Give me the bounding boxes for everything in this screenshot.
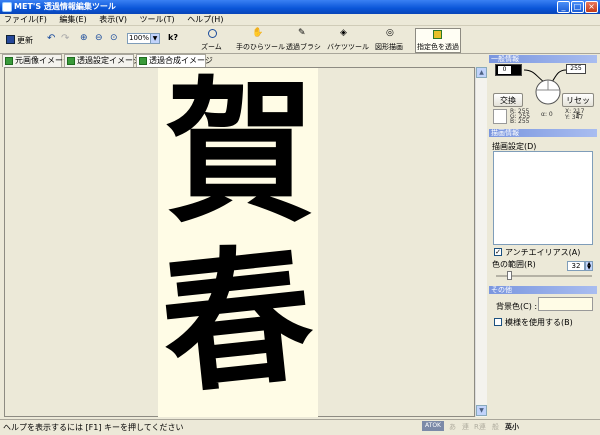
- menu-bar: ファイル(F) 編集(E) 表示(V) ツール(T) ヘルプ(H): [0, 14, 600, 26]
- title-bar[interactable]: MET'S 透過情報編集ツール: [0, 0, 600, 14]
- context-help-icon[interactable]: k?: [168, 33, 178, 42]
- color-range-spinner[interactable]: ▲ ▼: [585, 261, 593, 271]
- reset-button[interactable]: リセット: [562, 93, 594, 119]
- image-icon: [139, 57, 147, 65]
- menu-tools[interactable]: ツール(T): [140, 15, 175, 24]
- tool-transparent-color-label: 指定色を透過: [417, 43, 459, 51]
- redo-icon[interactable]: ↷: [61, 33, 69, 44]
- hand-icon: ✋: [252, 28, 264, 38]
- save-icon[interactable]: [6, 35, 15, 44]
- image-preview[interactable]: 賀 春: [153, 60, 321, 417]
- image-icon: [67, 57, 75, 65]
- ime-atok-indicator[interactable]: ATOK: [422, 421, 444, 431]
- undo-icon[interactable]: ↶: [47, 33, 55, 44]
- rgb-readout: R: 255 G: 255 B: 255: [510, 108, 531, 125]
- menu-view[interactable]: 表示(V): [99, 15, 127, 24]
- menu-help[interactable]: ヘルプ(H): [187, 15, 223, 24]
- chevron-down-icon[interactable]: ▼: [150, 33, 160, 44]
- ime-mode-r-ren[interactable]: R連: [474, 422, 486, 432]
- other-header: その他: [489, 286, 597, 294]
- status-text: ヘルプを表示するには [F1] キーを押してください: [3, 423, 184, 432]
- menu-edit[interactable]: 編集(E): [59, 15, 86, 24]
- zoom-in-icon[interactable]: ⊕: [80, 33, 88, 43]
- tab-original-image[interactable]: 元画像イメージ: [2, 54, 71, 67]
- ime-mode-hiragana[interactable]: あ: [449, 422, 456, 432]
- color-range-label: 色の範囲(R): [492, 260, 536, 269]
- tool-hand[interactable]: 手のひらツール: [236, 42, 285, 52]
- antialias-checkbox[interactable]: ✓: [494, 248, 502, 256]
- ime-mode-general[interactable]: 般: [492, 422, 499, 432]
- calligraphy-bottom-glyph: 春: [153, 224, 321, 416]
- calligraphy-top-glyph: 賀: [166, 60, 314, 244]
- app-icon[interactable]: [2, 2, 12, 12]
- menu-file[interactable]: ファイル(F): [4, 15, 47, 24]
- scroll-up-icon[interactable]: ▲: [476, 67, 487, 78]
- scroll-down-icon[interactable]: ▼: [476, 405, 487, 416]
- tab-transparency-settings[interactable]: 透過設定イメージ: [64, 54, 141, 67]
- color-range-slider-thumb[interactable]: [507, 271, 512, 280]
- ime-mode-ren[interactable]: 連: [462, 422, 469, 432]
- bg-color-swatch[interactable]: [538, 297, 593, 311]
- xy-readout: X: 217 Y: 347: [565, 108, 585, 121]
- draw-info-header: 描画情報: [489, 129, 597, 137]
- window-title: MET'S 透過情報編集ツール: [14, 2, 116, 11]
- color-range-input[interactable]: 32: [567, 261, 585, 271]
- bucket-icon: ◈: [340, 28, 347, 38]
- left-color-value: 0: [498, 66, 511, 74]
- draw-setting-list[interactable]: [493, 151, 593, 245]
- pattern-checkbox[interactable]: [494, 318, 502, 326]
- antialias-label: アンチエイリアス(A): [505, 248, 581, 257]
- tool-transparent-brush[interactable]: 透過ブラシ: [286, 42, 321, 52]
- image-icon: [5, 57, 13, 65]
- ime-mode-eng-lower[interactable]: 英小: [505, 422, 519, 432]
- brush-icon: ✎: [298, 28, 306, 38]
- magnifier-icon: [208, 29, 217, 38]
- minimize-button[interactable]: _: [557, 1, 570, 13]
- alpha-readout: α: 0: [541, 111, 553, 118]
- zoom-reset-icon[interactable]: ⊙: [110, 33, 118, 43]
- color-swatch-icon: [433, 30, 442, 39]
- right-color-value[interactable]: 255: [566, 64, 586, 74]
- tool-shape[interactable]: 図形描画: [375, 42, 403, 52]
- tool-zoom[interactable]: ズーム: [201, 42, 222, 52]
- swap-button[interactable]: 交換: [493, 93, 523, 107]
- maximize-button[interactable]: □: [571, 1, 584, 13]
- shape-icon: ◎: [386, 28, 394, 38]
- color-preview: [493, 109, 507, 124]
- save-button[interactable]: 更新: [17, 35, 33, 46]
- close-button[interactable]: ×: [585, 1, 598, 13]
- tool-bucket[interactable]: バケツツール: [327, 42, 369, 52]
- pattern-label: 模様を使用する(B): [505, 318, 573, 327]
- vertical-scrollbar[interactable]: ▲ ▼: [475, 67, 487, 417]
- bg-color-label: 背景色(C) :: [496, 302, 538, 311]
- zoom-out-icon[interactable]: ⊖: [95, 33, 103, 43]
